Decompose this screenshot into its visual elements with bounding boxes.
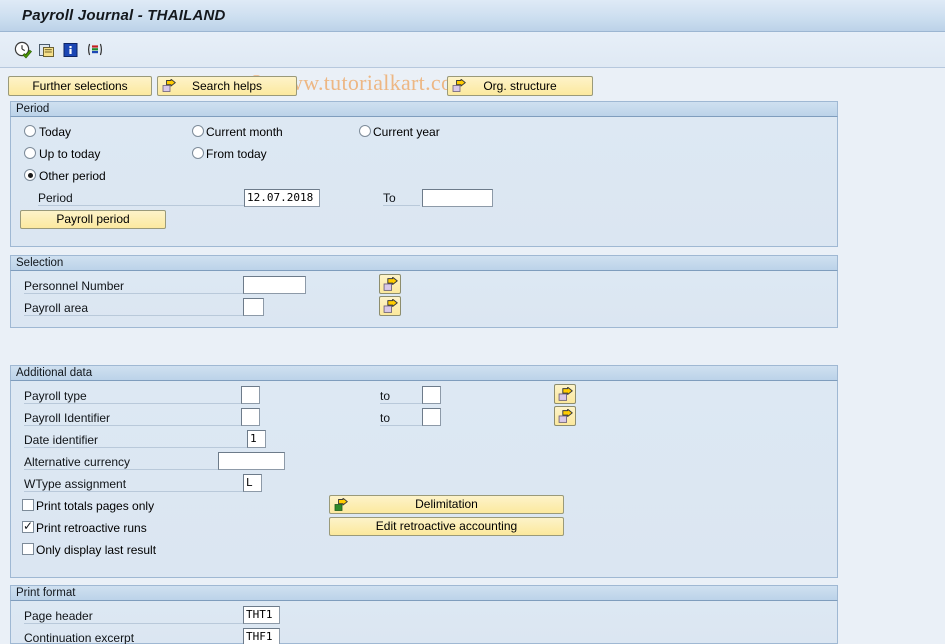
window-title-bar: Payroll Journal - THAILAND [0, 0, 945, 32]
payroll-identifier-label: Payroll Identifier [24, 411, 111, 425]
arrow-right-icon [558, 409, 573, 424]
radio-other-period-label[interactable]: Other period [39, 169, 106, 183]
payroll-type-to-input[interactable] [422, 386, 441, 404]
radio-other-period[interactable] [24, 169, 36, 181]
period-to-underline [383, 205, 420, 206]
radio-current-year[interactable] [359, 125, 371, 137]
radio-current-year-label[interactable]: Current year [373, 125, 440, 139]
execute-background-icon[interactable] [38, 41, 56, 59]
continuation-excerpt-input[interactable]: THF1 [243, 628, 280, 644]
period-field-label: Period [38, 191, 73, 205]
payroll-identifier-multiselect-button[interactable] [554, 406, 576, 426]
execute-clock-icon[interactable] [14, 41, 32, 59]
wtype-assignment-underline [24, 491, 243, 492]
alternative-currency-label: Alternative currency [24, 455, 131, 469]
arrow-right-icon [383, 277, 398, 292]
additional-data-section-header: Additional data [10, 365, 838, 381]
search-helps-button[interactable]: Search helps [157, 76, 297, 96]
continuation-excerpt-label: Continuation excerpt [24, 631, 135, 644]
edit-retroactive-accounting-button[interactable]: Edit retroactive accounting [329, 517, 564, 536]
only-display-last-result-label[interactable]: Only display last result [36, 543, 156, 557]
radio-from-today-label[interactable]: From today [206, 147, 267, 161]
arrow-right-icon [383, 299, 398, 314]
payroll-type-to-label: to [380, 389, 391, 403]
org-structure-button[interactable]: Org. structure [447, 76, 593, 96]
print-retroactive-runs-label[interactable]: Print retroactive runs [36, 521, 147, 535]
payroll-area-label: Payroll area [24, 301, 89, 315]
wtype-assignment-label: WType assignment [24, 477, 127, 491]
payroll-area-multiselect-button[interactable] [379, 296, 401, 316]
personnel-number-underline [24, 293, 243, 294]
wtype-assignment-input[interactable]: L [243, 474, 262, 492]
info-icon[interactable] [62, 41, 80, 59]
page-header-label: Page header [24, 609, 93, 623]
only-display-last-result-checkbox[interactable] [22, 543, 34, 555]
period-section-header: Period [10, 101, 838, 117]
radio-today[interactable] [24, 125, 36, 137]
radio-up-to-today[interactable] [24, 147, 36, 159]
personnel-number-input[interactable] [243, 276, 306, 294]
period-to-label: To [383, 191, 396, 205]
payroll-identifier-to-input[interactable] [422, 408, 441, 426]
selection-section [10, 271, 838, 328]
radio-current-month[interactable] [192, 125, 204, 137]
payroll-identifier-to-underline [380, 425, 422, 426]
personnel-number-label: Personnel Number [24, 279, 125, 293]
delimitation-button[interactable]: Delimitation [329, 495, 564, 514]
date-identifier-label: Date identifier [24, 433, 99, 447]
search-helps-label: Search helps [191, 79, 263, 93]
selection-section-header: Selection [10, 255, 838, 271]
period-to-input[interactable] [422, 189, 493, 207]
alternative-currency-input[interactable] [218, 452, 285, 470]
period-label-underline [38, 205, 244, 206]
date-identifier-underline [24, 447, 247, 448]
further-selections-button[interactable]: Further selections [8, 76, 152, 96]
delimitation-label: Delimitation [415, 497, 478, 511]
page-header-underline [24, 623, 243, 624]
application-toolbar: © www.tutorialkart.com [0, 32, 945, 95]
alternative-currency-underline [24, 469, 218, 470]
page-header-input[interactable]: THT1 [243, 606, 280, 624]
payroll-type-to-underline [380, 403, 422, 404]
payroll-identifier-to-label: to [380, 411, 391, 425]
payroll-area-input[interactable] [243, 298, 264, 316]
sap-selection-screen: Payroll Journal - THAILAND © www.tutoria… [0, 0, 945, 644]
radio-from-today[interactable] [192, 147, 204, 159]
print-format-section-header: Print format [10, 585, 838, 601]
arrow-right-icon [558, 387, 573, 402]
variant-icon[interactable] [86, 41, 104, 59]
page-title: Payroll Journal - THAILAND [22, 7, 226, 24]
payroll-type-input[interactable] [241, 386, 260, 404]
payroll-identifier-input[interactable] [241, 408, 260, 426]
personnel-number-multiselect-button[interactable] [379, 274, 401, 294]
org-structure-label: Org. structure [483, 79, 557, 93]
payroll-type-underline [24, 403, 241, 404]
payroll-period-button[interactable]: Payroll period [20, 210, 166, 229]
radio-today-label[interactable]: Today [39, 125, 71, 139]
radio-up-to-today-label[interactable]: Up to today [39, 147, 100, 161]
payroll-type-label: Payroll type [24, 389, 87, 403]
period-from-input[interactable]: 12.07.2018 [244, 189, 320, 207]
date-identifier-input[interactable]: 1 [247, 430, 266, 448]
print-totals-pages-only-checkbox[interactable] [22, 499, 34, 511]
print-totals-pages-only-label[interactable]: Print totals pages only [36, 499, 154, 513]
payroll-type-multiselect-button[interactable] [554, 384, 576, 404]
print-retroactive-runs-checkbox[interactable] [22, 519, 34, 533]
payroll-identifier-underline [24, 425, 241, 426]
radio-current-month-label[interactable]: Current month [206, 125, 283, 139]
selection-actions-row: Further selections Search helps Org. str… [0, 76, 945, 98]
payroll-area-underline [24, 315, 243, 316]
